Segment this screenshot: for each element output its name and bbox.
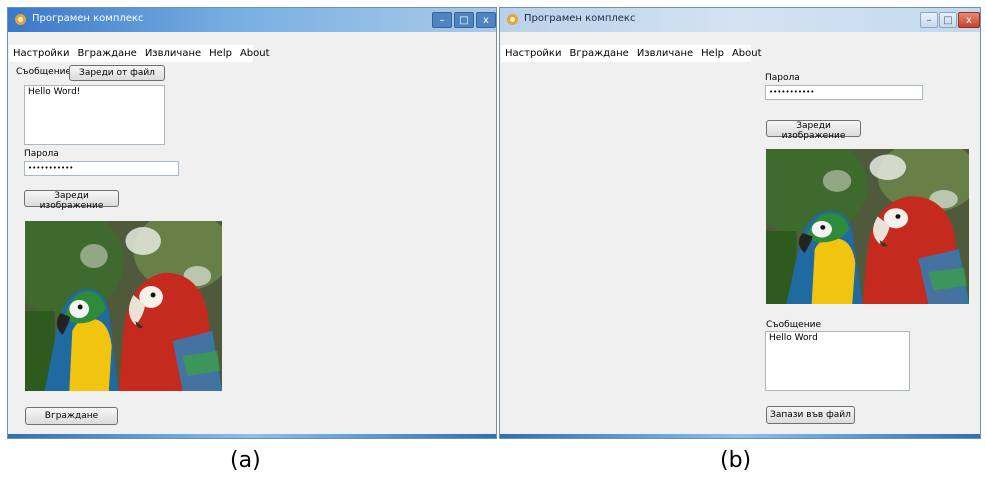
menu-item-embed[interactable]: Вграждане [565, 48, 632, 59]
menu-bar: Настройки Вграждане Извличане Help About [9, 45, 270, 62]
window-title: Програмен комплекс [32, 13, 144, 24]
menu-item-extract[interactable]: Извличане [633, 48, 697, 59]
menu-item-about[interactable]: About [236, 48, 274, 59]
menu-item-embed[interactable]: Вграждане [73, 48, 140, 59]
menu-item-help[interactable]: Help [205, 48, 236, 59]
load-image-button[interactable]: Зареди изображение [766, 120, 861, 141]
embed-button[interactable]: Вграждане [25, 407, 118, 425]
app-icon [507, 14, 518, 25]
window-title: Програмен комплекс [524, 13, 636, 24]
menu-item-settings[interactable]: Настройки [501, 48, 565, 59]
password-field[interactable]: ••••••••••• [765, 85, 923, 100]
load-image-button[interactable]: Зареди изображение [24, 190, 119, 211]
title-bar[interactable]: Програмен комплекс – □ x [500, 8, 980, 32]
parrots-image-icon [25, 221, 222, 391]
parrots-image [25, 221, 222, 391]
minimize-button[interactable]: – [432, 12, 452, 28]
app-icon [15, 14, 26, 25]
password-label: Парола [24, 149, 59, 159]
close-button[interactable]: x [958, 12, 980, 28]
app-window-b: Програмен комплекс – □ x Настройки Вграж… [499, 7, 981, 439]
message-label: Съобщение [16, 67, 71, 77]
parrots-image [766, 149, 969, 304]
menu-item-about[interactable]: About [728, 48, 766, 59]
save-to-file-button[interactable]: Запази във файл [766, 406, 855, 424]
parrots-image-icon [766, 149, 969, 304]
message-textarea[interactable]: Hello Word! [24, 85, 165, 145]
maximize-button[interactable]: □ [939, 12, 957, 28]
menu-bar: Настройки Вграждане Извличане Help About [501, 45, 762, 62]
message-label: Съобщение [766, 320, 821, 330]
load-from-file-button[interactable]: Зареди от файл [69, 65, 165, 81]
taskbar-strip [8, 434, 496, 438]
menu-item-settings[interactable]: Настройки [9, 48, 73, 59]
menu-item-help[interactable]: Help [697, 48, 728, 59]
password-label: Парола [765, 73, 800, 83]
title-bar[interactable]: Програмен комплекс – □ x [8, 8, 496, 32]
password-field[interactable]: ••••••••••• [24, 161, 179, 176]
minimize-button[interactable]: – [920, 12, 938, 28]
caption-a: (a) [230, 448, 261, 473]
caption-b: (b) [720, 448, 752, 473]
app-window-a: Програмен комплекс – □ x Настройки Вграж… [7, 7, 497, 439]
message-textarea[interactable]: Hello Word [765, 331, 910, 391]
taskbar-strip [500, 434, 980, 438]
menu-item-extract[interactable]: Извличане [141, 48, 205, 59]
close-button[interactable]: x [476, 12, 496, 28]
maximize-button[interactable]: □ [454, 12, 474, 28]
